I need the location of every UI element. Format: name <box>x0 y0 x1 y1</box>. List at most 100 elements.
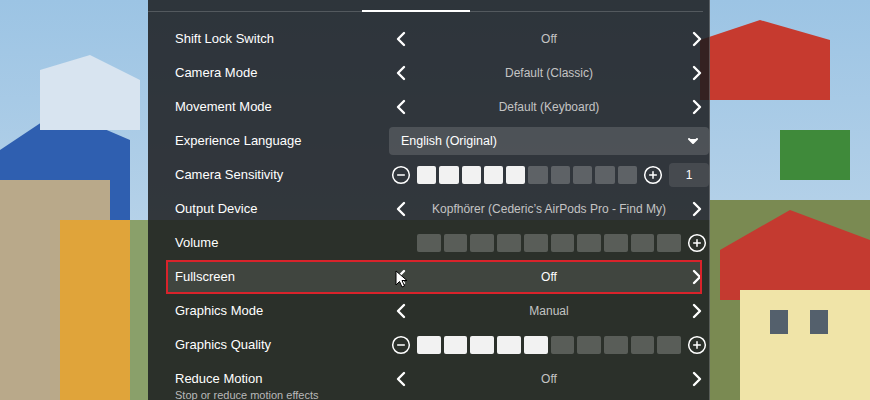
slider-segment <box>573 166 592 184</box>
setting-label-cell: Camera Sensitivity <box>175 158 389 192</box>
slider-segment <box>524 234 548 252</box>
next-button[interactable] <box>685 59 709 87</box>
slider-segment <box>577 234 601 252</box>
chevron-left-icon <box>389 60 413 86</box>
chevron-left-icon <box>389 366 413 392</box>
setting-row: Shift Lock SwitchOff <box>166 22 702 56</box>
caret-down-icon <box>685 133 701 149</box>
slider-segment <box>618 166 637 184</box>
slider-segment <box>631 234 655 252</box>
setting-row: Experience Language English (Original) <box>166 124 702 158</box>
setting-label-cell: Volume <box>175 226 389 260</box>
chevron-left-icon <box>389 298 413 324</box>
previous-button[interactable] <box>389 59 413 87</box>
decrease-button[interactable] <box>389 333 413 357</box>
setting-row: Movement ModeDefault (Keyboard) <box>166 90 702 124</box>
slider-track[interactable] <box>417 166 637 184</box>
setting-description: Stop or reduce motion effects <box>175 388 389 400</box>
setting-label: Output Device <box>175 192 389 226</box>
slider-track[interactable] <box>417 234 681 252</box>
setting-label-cell: Reduce MotionStop or reduce motion effec… <box>175 362 389 400</box>
slider-segment <box>604 234 628 252</box>
value-box[interactable]: 1 <box>669 163 709 187</box>
setting-label: Fullscreen <box>175 260 389 294</box>
previous-button[interactable] <box>389 365 413 393</box>
plus-icon <box>643 165 663 185</box>
next-button[interactable] <box>685 365 709 393</box>
dropdown-control: English (Original) <box>389 124 709 158</box>
chevron-left-icon <box>389 26 413 52</box>
setting-label-cell: Camera Mode <box>175 56 389 90</box>
slider-segment <box>524 336 548 354</box>
chevron-right-icon <box>685 264 709 290</box>
slider-segment <box>470 336 494 354</box>
settings-list: Shift Lock SwitchOffCamera ModeDefault (… <box>166 22 703 400</box>
setting-row: Camera Mode Default (Classic) <box>166 56 702 90</box>
setting-row: Reduce MotionStop or reduce motion effec… <box>166 362 702 400</box>
slider-track[interactable] <box>417 336 681 354</box>
selector-value: Default (Classic) <box>417 66 681 80</box>
setting-label: Volume <box>175 226 389 260</box>
setting-label: Camera Sensitivity <box>175 158 389 192</box>
next-button[interactable] <box>685 263 709 291</box>
previous-button[interactable] <box>389 195 413 223</box>
setting-label: Shift Lock Switch <box>175 22 389 56</box>
selector-value: Off <box>417 270 681 284</box>
increase-button[interactable] <box>641 163 665 187</box>
increase-button[interactable] <box>685 333 709 357</box>
dropdown-value: English (Original) <box>401 134 497 148</box>
setting-row: Graphics Quality <box>166 328 702 362</box>
setting-label: Graphics Mode <box>175 294 389 328</box>
slider-segment <box>506 166 525 184</box>
setting-row: Fullscreen Off <box>166 260 702 294</box>
selector-value: Manual <box>417 304 681 318</box>
slider-segment <box>497 336 521 354</box>
chevron-right-icon <box>685 196 709 222</box>
selector: Off <box>389 22 709 56</box>
slider: 1 <box>389 158 709 192</box>
chevron-right-icon <box>685 26 709 52</box>
plus-icon <box>687 335 707 355</box>
slider-segment <box>595 166 614 184</box>
next-button[interactable] <box>685 93 709 121</box>
selector: Default (Classic) <box>389 56 709 90</box>
plus-icon <box>687 233 707 253</box>
previous-button[interactable] <box>389 93 413 121</box>
mouse-cursor-icon <box>395 270 409 288</box>
increase-button[interactable] <box>685 231 709 255</box>
setting-label: Experience Language <box>175 124 389 158</box>
selector: Kopfhörer (Cederic’s AirPods Pro - Find … <box>389 192 709 226</box>
selector-value: Kopfhörer (Cederic’s AirPods Pro - Find … <box>417 202 681 216</box>
tab[interactable] <box>254 0 362 12</box>
chevron-right-icon <box>685 94 709 120</box>
slider-segment <box>604 336 628 354</box>
slider-segment <box>462 166 481 184</box>
tab[interactable] <box>362 0 470 12</box>
previous-button[interactable] <box>389 25 413 53</box>
next-button[interactable] <box>685 195 709 223</box>
slider-segment <box>577 336 601 354</box>
language-dropdown[interactable]: English (Original) <box>389 127 709 155</box>
selector: Off <box>389 260 709 294</box>
selector: Off <box>389 362 709 396</box>
chevron-left-icon <box>389 196 413 222</box>
selector-value: Off <box>417 372 681 386</box>
minus-icon <box>391 165 411 185</box>
setting-label-cell: Fullscreen <box>175 260 389 294</box>
setting-label: Camera Mode <box>175 56 389 90</box>
slider-segment <box>444 336 468 354</box>
setting-label-cell: Graphics Mode <box>175 294 389 328</box>
selector-value: Default (Keyboard) <box>417 100 681 114</box>
next-button[interactable] <box>685 25 709 53</box>
tab-strip <box>148 0 703 12</box>
previous-button[interactable] <box>389 297 413 325</box>
slider-segment <box>417 234 441 252</box>
chevron-right-icon <box>685 298 709 324</box>
decrease-button[interactable] <box>389 163 413 187</box>
next-button[interactable] <box>685 297 709 325</box>
tab[interactable] <box>470 0 578 12</box>
slider-segment <box>657 234 681 252</box>
slider-segment <box>528 166 547 184</box>
slider-segment <box>551 234 575 252</box>
slider-segment <box>497 234 521 252</box>
